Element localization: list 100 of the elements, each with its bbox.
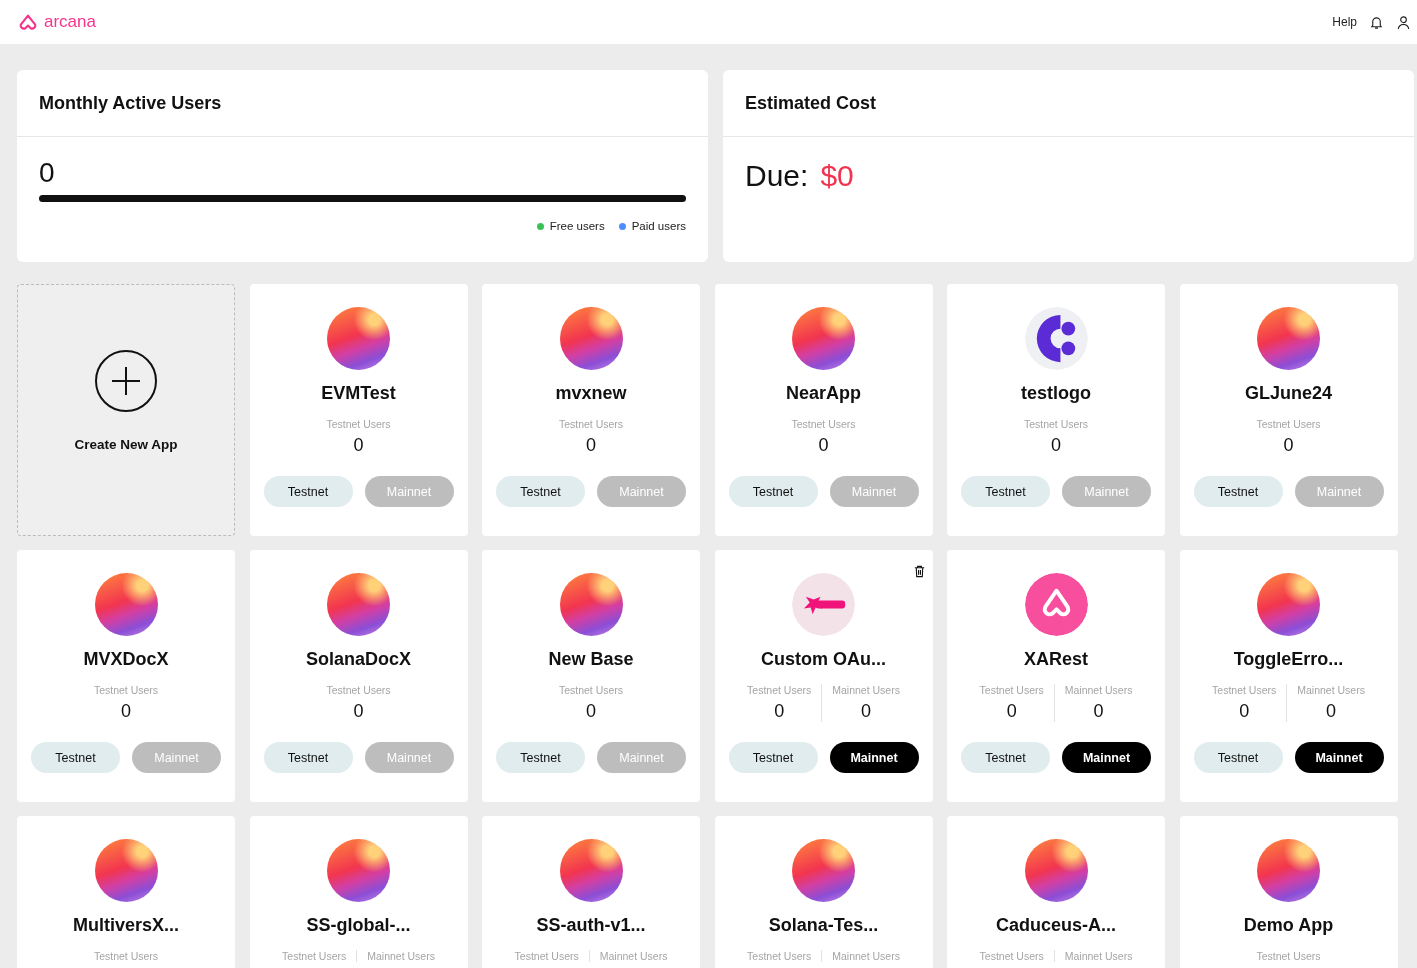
app-name: Caduceus-A... xyxy=(996,915,1116,936)
stat-label: Mainnet Users xyxy=(832,684,900,696)
testnet-button[interactable]: Testnet xyxy=(1193,476,1283,507)
stat-label: Testnet Users xyxy=(979,950,1044,962)
stat-label: Testnet Users xyxy=(1212,684,1277,696)
app-name: SS-auth-v1... xyxy=(536,915,646,936)
app-card[interactable]: ToggleErro... Testnet Users 0 Mainnet Users 0 Testnet Mainnet xyxy=(1179,550,1398,802)
stat-label: Testnet Users xyxy=(979,684,1044,696)
stat-value: 0 xyxy=(121,701,131,722)
testnet-button[interactable]: Testnet xyxy=(496,476,585,507)
testnet-button[interactable]: Testnet xyxy=(961,476,1050,507)
stat-label: Testnet Users xyxy=(93,950,159,962)
stat-label: Testnet Users xyxy=(747,950,812,962)
stat-value: 0 xyxy=(353,701,364,722)
app-card[interactable]: Demo App Testnet Users xyxy=(1179,816,1398,968)
stat-label: Mainnet Users xyxy=(1064,684,1133,696)
app-name: Custom OAu... xyxy=(761,649,886,670)
stat-label: Testnet Users xyxy=(1023,418,1089,430)
app-name: MVXDocX xyxy=(83,649,169,670)
testnet-button[interactable]: Testnet xyxy=(728,742,818,773)
stat-value: 0 xyxy=(1283,435,1294,456)
app-name: EVMTest xyxy=(321,383,396,404)
testnet-button[interactable]: Testnet xyxy=(263,742,353,773)
app-card[interactable]: XARest Testnet Users 0 Mainnet Users 0 Testnet Mainnet xyxy=(947,550,1165,802)
bell-icon[interactable] xyxy=(1369,14,1384,30)
testnet-button[interactable]: Testnet xyxy=(496,742,585,773)
app-card[interactable]: SolanaDocX Testnet Users 0 Testnet Mainnet xyxy=(249,550,468,802)
testnet-button[interactable]: Testnet xyxy=(1193,742,1283,773)
star-logo xyxy=(792,573,855,636)
user-count: 0 xyxy=(39,157,56,189)
stat-label: Mainnet Users xyxy=(1064,950,1133,962)
stat-label: Testnet Users xyxy=(558,418,624,430)
app-name: XARest xyxy=(1024,649,1088,670)
app-name: Demo App xyxy=(1243,915,1334,936)
stat-value: 0 xyxy=(1239,701,1250,722)
stat-label: Mainnet Users xyxy=(599,950,668,962)
app-name: NearApp xyxy=(786,383,861,404)
stat-label: Testnet Users xyxy=(514,950,579,962)
stat-label: Mainnet Users xyxy=(832,950,900,962)
stat-value: 0 xyxy=(861,701,872,722)
logo-icon xyxy=(17,13,39,31)
stat-value: 0 xyxy=(353,435,364,456)
app-card[interactable]: NearApp Testnet Users 0 Testnet Mainnet xyxy=(714,284,933,536)
app-name: Solana-Tes... xyxy=(768,915,879,936)
stat-value: 0 xyxy=(1326,701,1337,722)
mainnet-button[interactable]: Mainnet xyxy=(1294,742,1384,773)
legend-label: Free users xyxy=(549,220,605,232)
stat-value: 0 xyxy=(774,701,785,722)
app-card[interactable]: MVXDocX Testnet Users 0 Testnet Mainnet xyxy=(17,550,235,802)
panel-title: Estimated Cost xyxy=(745,92,877,114)
plus-icon xyxy=(94,348,158,413)
trash-icon[interactable] xyxy=(912,565,926,578)
testnet-button[interactable]: Testnet xyxy=(728,476,818,507)
stat-label: Testnet Users xyxy=(326,684,391,696)
stat-value: 0 xyxy=(1051,435,1061,456)
app-card[interactable]: MultiversX... Testnet Users xyxy=(17,816,235,968)
stat-value: 0 xyxy=(586,435,596,456)
testnet-button[interactable]: Testnet xyxy=(961,742,1050,773)
stat-label: Testnet Users xyxy=(282,950,347,962)
stat-value: 0 xyxy=(818,435,829,456)
stat-label: Testnet Users xyxy=(558,684,624,696)
app-name: MultiversX... xyxy=(73,915,179,936)
mainnet-button[interactable]: Mainnet xyxy=(1062,742,1151,773)
app-card[interactable]: Custom OAu... Testnet Users 0 Mainnet Users 0 Testnet Mainnet xyxy=(714,550,933,802)
due-amount: $0 xyxy=(820,159,854,193)
help-link[interactable]: Help xyxy=(1332,15,1357,29)
app-name: New Base xyxy=(548,649,634,670)
app-card[interactable]: SS-auth-v1... Testnet Users Mainnet Users xyxy=(482,816,700,968)
stat-label: Mainnet Users xyxy=(367,950,435,962)
testnet-button[interactable]: Testnet xyxy=(31,742,120,773)
stat-label: Testnet Users xyxy=(93,684,159,696)
app-name: mvxnew xyxy=(555,383,627,404)
app-name: ToggleErro... xyxy=(1233,649,1344,670)
app-name: SS-global-... xyxy=(306,915,411,936)
mainnet-button[interactable]: Mainnet xyxy=(829,742,919,773)
app-card[interactable]: testlogo Testnet Users 0 Testnet Mainnet xyxy=(947,284,1165,536)
create-app-label: Create New App xyxy=(74,436,178,452)
app-card[interactable]: EVMTest Testnet Users 0 Testnet Mainnet xyxy=(249,284,468,536)
brand-name[interactable]: arcana xyxy=(44,12,96,32)
user-icon[interactable] xyxy=(1396,14,1411,30)
app-card[interactable]: SS-global-... Testnet Users Mainnet Users xyxy=(249,816,468,968)
letter-logo xyxy=(1024,307,1088,370)
legend-label: Paid users xyxy=(631,220,686,232)
app-card[interactable]: Solana-Tes... Testnet Users Mainnet Users xyxy=(714,816,933,968)
stat-label: Testnet Users xyxy=(326,418,391,430)
app-name: SolanaDocX xyxy=(306,649,411,670)
stat-label: Testnet Users xyxy=(747,684,812,696)
app-card[interactable]: New Base Testnet Users 0 Testnet Mainnet xyxy=(482,550,700,802)
stat-label: Testnet Users xyxy=(791,418,856,430)
stat-value: 0 xyxy=(586,701,596,722)
stat-value: 0 xyxy=(1093,701,1104,722)
stat-label: Testnet Users xyxy=(1256,418,1321,430)
stat-label: Testnet Users xyxy=(1256,950,1321,962)
panel-title: Monthly Active Users xyxy=(39,92,222,114)
testnet-button[interactable]: Testnet xyxy=(263,476,353,507)
create-app-card[interactable]: Create New App xyxy=(17,284,235,536)
app-card[interactable]: GLJune24 Testnet Users 0 Testnet Mainnet xyxy=(1179,284,1398,536)
stat-label: Mainnet Users xyxy=(1297,684,1365,696)
app-card[interactable]: Caduceus-A... Testnet Users Mainnet Users xyxy=(947,816,1165,968)
app-card[interactable]: mvxnew Testnet Users 0 Testnet Mainnet xyxy=(482,284,700,536)
